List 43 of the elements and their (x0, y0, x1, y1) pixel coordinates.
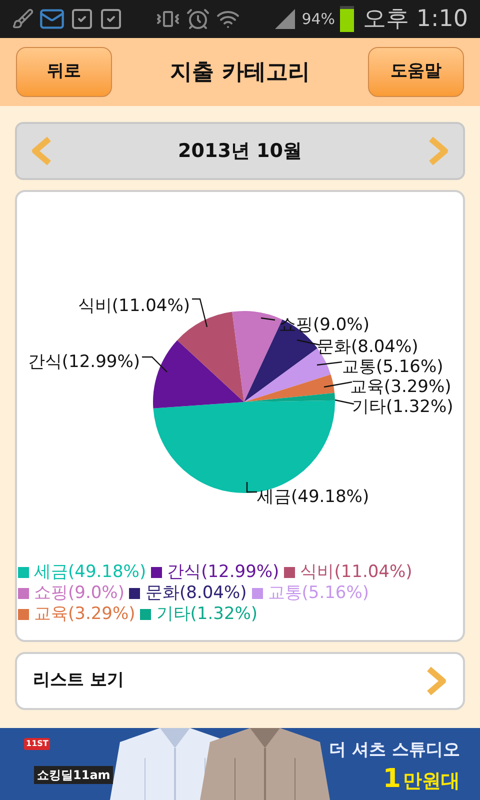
leader-line (142, 356, 168, 372)
slice-label: 교통(5.16%) (342, 357, 444, 377)
alarm-clock-icon (186, 7, 210, 31)
legend-label: 문화(8.04%) (145, 583, 247, 604)
slice-label: 문화(8.04%) (317, 337, 418, 357)
legend-label: 간식(12.99%) (167, 562, 280, 583)
clock: 오후 1:10 (363, 4, 468, 34)
legend-label: 기타(1.32%) (156, 604, 258, 625)
slice-label: 기타(1.32%) (352, 397, 454, 417)
legend-label: 쇼핑(9.0%) (34, 583, 124, 604)
slice-label: 간식(12.99%) (28, 352, 140, 372)
leader-line (316, 361, 342, 366)
chevron-icon (31, 136, 53, 166)
page-title: 지출 카테고리 (170, 58, 310, 86)
ad-headline: 더 셔츠 스튜디오 (329, 739, 460, 762)
store-badge: 11ST (24, 738, 50, 750)
ad-logo: 쇼킹딜11am (34, 766, 114, 784)
leader-line (334, 399, 354, 405)
leader-line (260, 317, 276, 321)
signal-icon (272, 7, 297, 31)
chevron-icon (425, 666, 447, 696)
slice-label: 식비(11.04%) (78, 296, 190, 316)
ad-banner[interactable]: 11ST 쇼킹딜11am 더 셔츠 스튜디오 1 만원대 (0, 728, 480, 800)
battery-icon (340, 6, 354, 32)
slice-label: 교육(3.29%) (350, 377, 452, 397)
chevron-icon (427, 136, 449, 166)
legend-label: 식비(11.04%) (300, 562, 412, 583)
leader-line (246, 482, 257, 493)
leader-line (324, 381, 352, 388)
legend-label: 교통(5.16%) (268, 583, 370, 604)
next-month-button[interactable] (427, 136, 449, 166)
battery-percent: 94% (302, 8, 336, 30)
legend-label: 교육(3.29%) (34, 604, 136, 625)
ad-price-unit: 만원대 (403, 769, 460, 794)
slice-label: 세금(49.18%) (257, 487, 370, 507)
leader-line (192, 298, 208, 328)
legend-label: 세금(49.18%) (34, 562, 146, 583)
month-label: 2013년 10월 (178, 138, 302, 164)
list-view-button[interactable]: 리스트 보기 (15, 652, 465, 710)
back-button[interactable]: 뒤로 (16, 47, 112, 97)
previous-month-button[interactable] (31, 136, 53, 166)
ad-price-number: 1 (382, 764, 401, 794)
help-button[interactable]: 도움말 (368, 47, 464, 97)
